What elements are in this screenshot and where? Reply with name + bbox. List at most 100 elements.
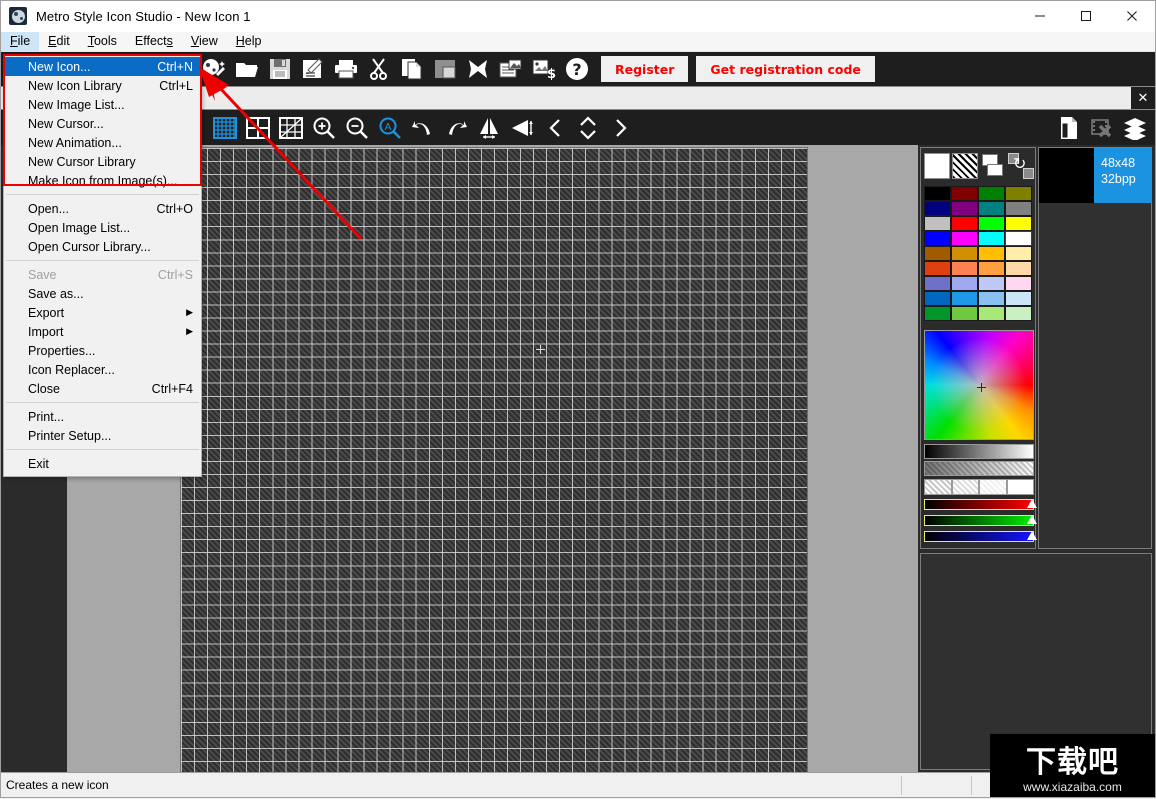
palette-swatch[interactable] (951, 246, 978, 261)
palette-swatch[interactable] (978, 261, 1005, 276)
menu-item-new-image-list[interactable]: New Image List... (4, 95, 201, 114)
nav-center-icon[interactable] (571, 112, 604, 144)
copy-icon[interactable] (395, 53, 428, 85)
palette-swatch[interactable] (1005, 231, 1032, 246)
menu-item-printer-setup[interactable]: Printer Setup... (4, 426, 201, 445)
grid-coarse-icon[interactable] (241, 112, 274, 144)
palette-swatch[interactable] (1005, 186, 1032, 201)
nav-prev-icon[interactable] (538, 112, 571, 144)
menu-item-properties[interactable]: Properties... (4, 341, 201, 360)
menu-item-new-animation[interactable]: New Animation... (4, 133, 201, 152)
alpha-preset-1[interactable] (952, 479, 980, 495)
file-menu-popup[interactable]: New Icon... Ctrl+N New Icon Library Ctrl… (3, 54, 202, 477)
alpha-preset-2[interactable] (979, 479, 1007, 495)
palette-swatch[interactable] (978, 186, 1005, 201)
layers-icon[interactable] (1118, 112, 1151, 144)
image-list-icon[interactable] (494, 53, 527, 85)
palette-swatch[interactable] (951, 186, 978, 201)
menu-item-export[interactable]: Export ▶ (4, 303, 201, 322)
palette-swatch[interactable] (951, 306, 978, 321)
paste-icon[interactable] (428, 53, 461, 85)
palette-swatch[interactable] (924, 261, 951, 276)
menu-item-open[interactable]: Open... Ctrl+O (4, 199, 201, 218)
register-button[interactable]: Register (601, 56, 688, 82)
zoom-in-icon[interactable] (307, 112, 340, 144)
palette-swatch[interactable] (951, 201, 978, 216)
swap-colors-icon[interactable]: ↻ (1007, 150, 1035, 182)
grid-diagonal-icon[interactable] (274, 112, 307, 144)
palette-swatch[interactable] (924, 276, 951, 291)
icon-preview-list[interactable] (1039, 203, 1151, 548)
transparent-hatch-swatch[interactable] (951, 150, 979, 182)
palette-swatch[interactable] (978, 306, 1005, 321)
alpha-preset-0[interactable] (924, 479, 952, 495)
menu-tools[interactable]: Tools (79, 32, 126, 52)
registration-icon[interactable]: $ (527, 53, 560, 85)
minimize-button[interactable] (1017, 1, 1063, 31)
palette-swatch[interactable] (951, 261, 978, 276)
palette-swatch[interactable] (951, 276, 978, 291)
maximize-button[interactable] (1063, 1, 1109, 31)
palette-swatch[interactable] (1005, 291, 1032, 306)
palette-swatch[interactable] (978, 201, 1005, 216)
save-as-icon[interactable] (296, 53, 329, 85)
palette-swatch[interactable] (978, 231, 1005, 246)
cut-scissors-icon[interactable] (362, 53, 395, 85)
menu-item-import[interactable]: Import ▶ (4, 322, 201, 341)
zoom-actual-icon[interactable]: A (373, 112, 406, 144)
menu-item-make-icon-from-images[interactable]: Make Icon from Image(s)... (4, 171, 201, 190)
menu-file[interactable]: File (1, 32, 39, 52)
palette-swatch[interactable] (924, 186, 951, 201)
palette-swatch[interactable] (951, 231, 978, 246)
palette-swatch[interactable] (924, 246, 951, 261)
green-slider[interactable] (924, 515, 1034, 526)
menu-item-exit[interactable]: Exit (4, 454, 201, 473)
palette-swatch[interactable] (978, 216, 1005, 231)
fg-bg-stack-icon[interactable] (979, 150, 1007, 182)
palette-swatch[interactable] (951, 291, 978, 306)
palette-swatch[interactable] (951, 216, 978, 231)
palette-swatch[interactable] (1005, 261, 1032, 276)
zoom-out-icon[interactable] (340, 112, 373, 144)
rotate-right-icon[interactable] (439, 112, 472, 144)
palette-swatch[interactable] (924, 291, 951, 306)
close-button[interactable] (1109, 1, 1155, 31)
palette-swatch[interactable] (1005, 306, 1032, 321)
menu-item-new-cursor-library[interactable]: New Cursor Library (4, 152, 201, 171)
flip-vertical-icon[interactable] (505, 112, 538, 144)
menu-item-print[interactable]: Print... (4, 407, 201, 426)
new-frame-icon[interactable] (1052, 112, 1085, 144)
help-question-icon[interactable]: ? (560, 53, 593, 85)
icon-preview-thumbnail[interactable] (1039, 148, 1094, 203)
menu-item-new-cursor[interactable]: New Cursor... (4, 114, 201, 133)
color-wheel-picker[interactable] (977, 383, 986, 392)
grayscale-ramp[interactable] (924, 444, 1034, 459)
palette-swatch[interactable] (924, 306, 951, 321)
nav-next-icon[interactable] (604, 112, 637, 144)
save-floppy-icon[interactable] (263, 53, 296, 85)
menu-view[interactable]: View (182, 32, 227, 52)
menu-item-new-icon[interactable]: New Icon... Ctrl+N (4, 57, 201, 76)
palette-swatch[interactable] (978, 291, 1005, 306)
alpha-ramp[interactable] (924, 461, 1034, 476)
red-slider[interactable] (924, 499, 1034, 510)
menu-item-new-icon-library[interactable]: New Icon Library Ctrl+L (4, 76, 201, 95)
rotate-left-icon[interactable] (406, 112, 439, 144)
get-registration-code-button[interactable]: Get registration code (696, 56, 874, 82)
menu-item-close[interactable]: Close Ctrl+F4 (4, 379, 201, 398)
alpha-preset-3[interactable] (1007, 479, 1035, 495)
palette-swatch[interactable] (1005, 246, 1032, 261)
menu-item-open-cursor-library[interactable]: Open Cursor Library... (4, 237, 201, 256)
foreground-white-swatch[interactable] (923, 150, 951, 182)
delete-frame-icon[interactable] (1085, 112, 1118, 144)
color-wheel[interactable] (924, 330, 1034, 440)
delete-x-icon[interactable] (461, 53, 494, 85)
menu-help[interactable]: Help (227, 32, 271, 52)
palette-swatch[interactable] (1005, 201, 1032, 216)
open-folder-icon[interactable] (230, 53, 263, 85)
flip-horizontal-icon[interactable] (472, 112, 505, 144)
palette-swatch[interactable] (978, 276, 1005, 291)
menu-effects[interactable]: Effects (126, 32, 182, 52)
palette-swatch[interactable] (978, 246, 1005, 261)
icon-canvas[interactable] (181, 148, 807, 772)
